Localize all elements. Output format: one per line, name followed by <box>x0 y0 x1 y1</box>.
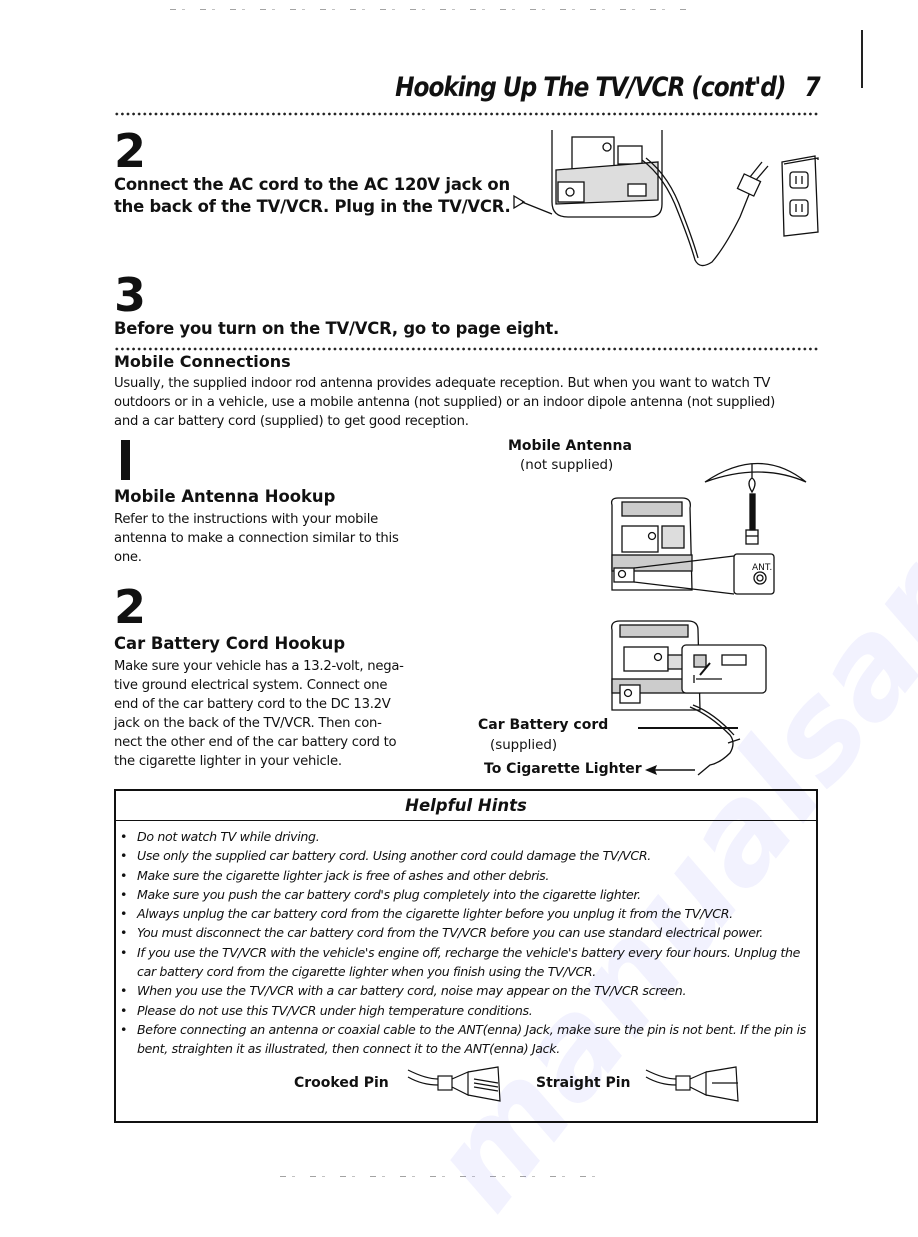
hint-text: Make sure you push the car battery cord'… <box>137 886 641 902</box>
page-number: 7 <box>804 72 821 103</box>
hint-text: If you use the TV/VCR with the vehicle's… <box>137 944 800 980</box>
battery-step-text-line4: jack on the back of the TV/VCR. Then con… <box>114 716 382 731</box>
mobile-connections-heading: Mobile Connections <box>114 352 291 371</box>
bullet: • <box>120 867 128 883</box>
hint-item: • Always unplug the car battery cord from… <box>120 904 808 923</box>
section-dotted-rule <box>114 347 820 351</box>
step-3-number: 3 <box>114 268 146 322</box>
hint-item: • When you use the TV/VCR with a car batt… <box>120 981 808 1000</box>
bullet: • <box>120 906 128 922</box>
battery-step-text-line2: tive ground electrical system. Connect o… <box>114 678 388 693</box>
bullet: • <box>120 944 128 960</box>
cigarette-lighter-label: To Cigarette Lighter <box>484 761 642 777</box>
mobile-antenna-label: Mobile Antenna <box>508 438 632 454</box>
ant-jack-label: ANT. <box>752 563 772 573</box>
hint-item: • Before connecting an antenna or coaxial… <box>120 1020 808 1059</box>
bullet: • <box>120 829 128 844</box>
mobile-intro-line2: outdoors or in a vehicle, use a mobile a… <box>114 395 776 410</box>
mobile-intro-line1: Usually, the supplied indoor rod antenna… <box>114 376 771 391</box>
page-title: Hooking Up The TV/VCR (cont'd) 7 <box>395 72 821 103</box>
step-2-title-line1: Connect the AC cord to the AC 120V jack … <box>114 175 510 194</box>
hint-item: • Make sure you push the car battery cord… <box>120 885 808 904</box>
hint-item: • Use only the supplied car battery cord.… <box>120 846 808 865</box>
hint-text: Please do not use this TV/VCR under high… <box>137 1002 533 1018</box>
header-dotted-rule <box>114 112 820 116</box>
hint-text: Always unplug the car battery cord from … <box>137 906 733 922</box>
car-battery-cord-leader-line <box>638 727 738 729</box>
hint-text: Make sure the cigarette lighter jack is … <box>137 867 550 883</box>
crooked-pin-label: Crooked Pin <box>294 1075 389 1091</box>
hint-text: Use only the supplied car battery cord. … <box>137 848 651 864</box>
hint-text: You must disconnect the car battery cord… <box>137 925 763 941</box>
helpful-hints-heading: Helpful Hints <box>116 791 816 821</box>
antenna-step-text-line3: one. <box>114 550 142 565</box>
battery-step-text-line5: nect the other end of the car battery co… <box>114 735 397 750</box>
antenna-step-number <box>121 440 130 480</box>
bullet: • <box>120 983 128 999</box>
step-3-title: Before you turn on the TV/VCR, go to pag… <box>114 319 560 338</box>
battery-step-number: 2 <box>114 580 146 634</box>
battery-step-title: Car Battery Cord Hookup <box>114 634 346 653</box>
hint-text: Before connecting an antenna or coaxial … <box>137 1021 806 1057</box>
bullet: • <box>120 1021 128 1037</box>
hint-item: • If you use the TV/VCR with the vehicle'… <box>120 943 808 982</box>
bullet: • <box>120 1002 128 1018</box>
antenna-step-title: Mobile Antenna Hookup <box>114 487 336 506</box>
car-battery-cord-sublabel: (supplied) <box>490 738 558 753</box>
car-battery-illustration <box>611 620 767 776</box>
bullet: • <box>120 886 128 902</box>
page-edge-rule <box>861 30 863 88</box>
antenna-step-text-line2: antenna to make a connection similar to … <box>114 531 399 546</box>
ac-cord-illustration <box>513 130 819 267</box>
arrow-left-icon <box>645 765 695 775</box>
bullet: • <box>120 848 128 864</box>
helpful-hints-box: Helpful Hints • Do not watch TV while dri… <box>114 789 818 1123</box>
step-2-title-line2: the back of the TV/VCR. Plug in the TV/V… <box>114 197 511 216</box>
mobile-antenna-illustration: ANT. <box>610 463 807 595</box>
bullet: • <box>120 925 128 941</box>
antenna-step-text-line1: Refer to the instructions with your mobi… <box>114 512 378 527</box>
battery-step-text-line6: the cigarette lighter in your vehicle. <box>114 754 342 769</box>
straight-pin-icon <box>645 1066 739 1102</box>
mobile-intro-line3: and a car battery cord (supplied) to get… <box>114 414 469 429</box>
car-battery-cord-label: Car Battery cord <box>478 717 609 733</box>
hint-text: Do not watch TV while driving. <box>137 829 320 844</box>
battery-step-text-line1: Make sure your vehicle has a 13.2-volt, … <box>114 659 404 674</box>
hint-text: When you use the TV/VCR with a car batte… <box>137 983 687 999</box>
hint-item: • Please do not use this TV/VCR under hig… <box>120 1001 808 1020</box>
page-title-text: Hooking Up The TV/VCR (cont'd) <box>395 72 786 103</box>
crooked-pin-icon <box>407 1066 501 1102</box>
hint-item: • Do not watch TV while driving. <box>120 827 808 846</box>
hint-item: • You must disconnect the car battery cor… <box>120 923 808 942</box>
step-2-number: 2 <box>114 124 146 178</box>
straight-pin-label: Straight Pin <box>536 1075 631 1091</box>
hint-item: • Make sure the cigarette lighter jack is… <box>120 866 808 885</box>
scan-artifact-bottom <box>280 1176 600 1177</box>
hint-list: • Do not watch TV while driving. • Use onl… <box>120 827 808 1059</box>
scan-artifact-top <box>170 9 690 10</box>
battery-step-text-line3: end of the car battery cord to the DC 13… <box>114 697 391 712</box>
